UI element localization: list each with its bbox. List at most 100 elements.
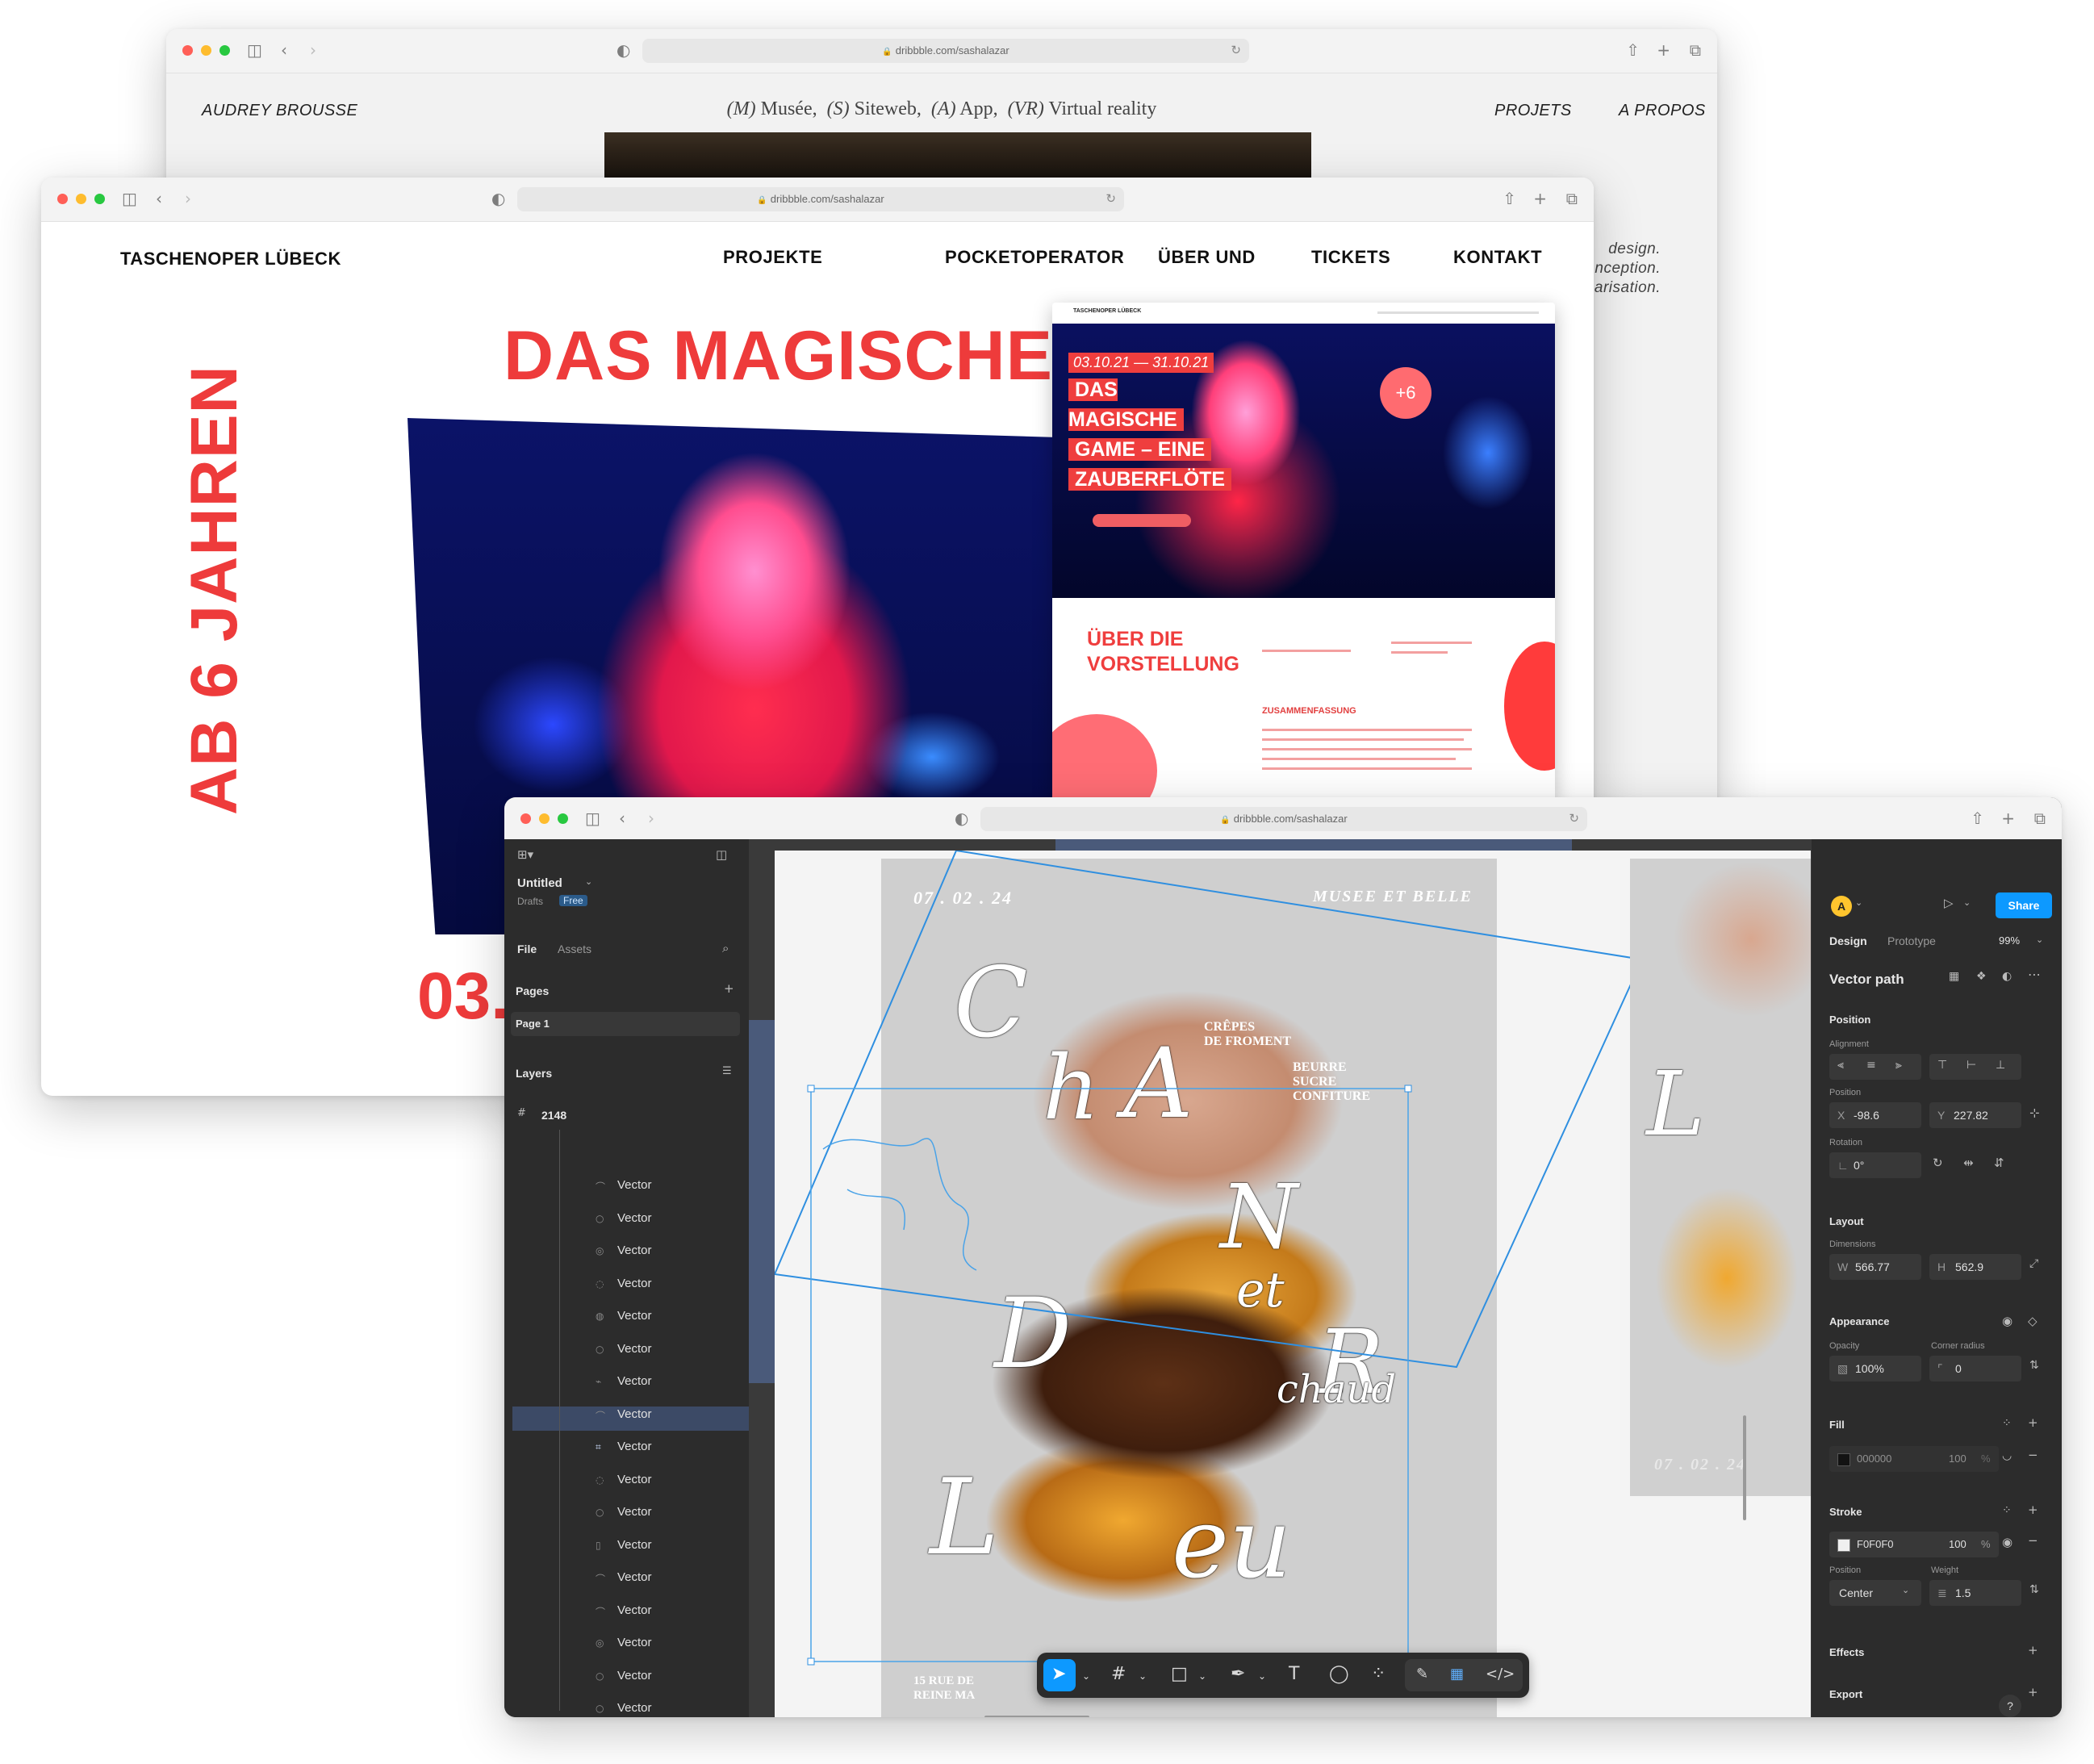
mask-icon[interactable]: ◐ [2002,970,2012,983]
add-stroke-icon[interactable]: + [2028,1503,2038,1517]
chevron-down-icon[interactable]: ⌄ [1198,1670,1206,1682]
tab-file[interactable]: File [517,943,537,955]
layer-item[interactable]: Vector [617,1244,652,1257]
resources-tool-icon[interactable]: ⁘ [1371,1664,1386,1684]
close-window-button[interactable] [182,45,193,56]
tab-assets[interactable]: Assets [558,943,591,955]
resize-handle[interactable] [807,1085,815,1093]
styles-icon[interactable]: ⁘ [2002,1504,2012,1517]
add-page-icon[interactable]: + [724,981,734,996]
figma-menu-icon[interactable]: ⊞▾ [517,847,533,862]
independent-corners-icon[interactable]: ⇅ [2029,1359,2039,1372]
corner-radius-field[interactable]: ⌜ 0 [1929,1356,2021,1382]
nav-kontakt[interactable]: KONTAKT [1453,247,1542,268]
zoom-window-button[interactable] [219,45,230,56]
layer-item[interactable]: Vector [617,1407,652,1421]
align-left-icon[interactable]: ⫷ [1837,1059,1844,1072]
address-bar[interactable]: 🔒 dribbble.com/sashalazar ↻ [517,187,1124,211]
layer-item[interactable]: Vector [617,1277,652,1290]
y-field[interactable]: Y 227.82 [1929,1102,2021,1128]
remove-fill-icon[interactable]: − [2028,1448,2038,1462]
nav-pocketoperator[interactable]: POCKETOPERATOR [945,247,1124,268]
layer-item[interactable]: Vector [617,1374,652,1388]
layer-item[interactable]: Vector [617,1342,652,1356]
text-tool-icon[interactable]: T [1289,1664,1299,1684]
category-label[interactable]: App, [959,98,997,119]
layer-item[interactable]: Vector [617,1211,652,1225]
present-icon[interactable]: ▷ [1944,896,1954,910]
forward-icon[interactable]: › [310,40,316,60]
reload-icon[interactable]: ↻ [1569,811,1579,826]
sidebar-icon[interactable]: ◫ [247,40,262,60]
forward-icon[interactable]: › [185,189,191,208]
rotate-icon[interactable]: ↻ [1933,1156,1943,1170]
chevron-down-icon[interactable]: ⌄ [1139,1670,1147,1682]
stroke-settings-icon[interactable]: ⇅ [2029,1583,2039,1596]
rotation-field[interactable]: ∟ 0° [1829,1152,1921,1178]
category-label[interactable]: Musée, [761,98,817,119]
align-top-icon[interactable]: ⊤ [1937,1059,1947,1072]
reload-icon[interactable]: ↻ [1106,191,1116,206]
tabs-overview-icon[interactable]: ⧉ [1566,189,1578,208]
back-icon[interactable]: ‹ [156,189,162,208]
tab-design[interactable]: Design [1829,934,1867,947]
chevron-down-icon[interactable]: ⌄ [1258,1670,1266,1682]
resize-handle[interactable] [1404,1085,1412,1093]
zoom-window-button[interactable] [94,194,105,204]
sidebar-icon[interactable]: ◫ [585,809,600,828]
stroke-position-select[interactable]: Center ⌄ [1829,1580,1921,1606]
layer-item[interactable]: Vector [617,1603,652,1617]
canvas-scrollbar[interactable] [1743,1415,1746,1520]
fill-field[interactable]: 000000 100 % [1829,1446,1999,1472]
align-bottom-icon[interactable]: ⊥ [1996,1059,2005,1072]
back-icon[interactable]: ‹ [619,809,625,828]
file-title[interactable]: Untitled [517,876,562,890]
comment-tool-icon[interactable]: ◯ [1329,1664,1349,1684]
new-tab-icon[interactable]: + [2001,809,2015,828]
add-effect-icon[interactable]: + [2028,1643,2038,1657]
dev-mode-icon[interactable]: </> [1486,1666,1515,1682]
panel-toggle-icon[interactable]: ◫ [716,847,727,862]
reload-icon[interactable]: ↻ [1231,43,1241,57]
remove-stroke-icon[interactable]: − [2028,1533,2038,1548]
new-tab-icon[interactable]: + [1533,189,1547,208]
share-icon[interactable]: ⇧ [1626,40,1640,60]
close-window-button[interactable] [520,813,531,824]
frame-layer-name[interactable]: 2148 [541,1109,566,1122]
layer-item[interactable]: Vector [617,1505,652,1519]
draw-mode-icon[interactable]: ✎ [1416,1666,1428,1682]
back-icon[interactable]: ‹ [281,40,287,60]
component-icon[interactable]: ❖ [1976,970,1987,983]
nav-a-propos[interactable]: A PROPOS [1619,102,1706,120]
layer-item[interactable]: Vector [617,1473,652,1486]
page-item[interactable]: Page 1 [511,1012,740,1036]
site-brand[interactable]: TASCHENOPER LÜBECK [120,249,341,270]
opacity-field[interactable]: ▧ 100% [1829,1356,1921,1382]
design-mode-icon[interactable]: ▦ [1450,1666,1464,1682]
address-bar[interactable]: 🔒 dribbble.com/sashalazar ↻ [980,807,1587,831]
design-canvas[interactable]: 07 . 02 . 24 MUSEE ET BELLE CRÊPES DE FR… [775,851,1812,1717]
layer-options-icon[interactable]: ☰ [722,1065,732,1077]
search-icon[interactable]: ⌕ [722,941,729,955]
sidebar-icon[interactable]: ◫ [122,189,137,208]
drafts-label[interactable]: Drafts [517,896,543,907]
help-button[interactable]: ? [1999,1695,2021,1717]
visibility-hidden-icon[interactable]: ◡ [2002,1449,2012,1462]
align-middle-icon[interactable]: ⊢ [1967,1059,1976,1072]
shield-icon[interactable]: ◐ [491,189,505,208]
more-icon[interactable]: ⋯ [2028,967,2041,982]
nav-ueber-und[interactable]: ÜBER UND [1158,247,1256,268]
move-tool-icon[interactable]: ➤ [1051,1664,1066,1684]
eye-icon[interactable]: ◉ [2002,1314,2012,1328]
layer-item[interactable]: Vector [617,1538,652,1552]
minimize-window-button[interactable] [201,45,211,56]
zoom-window-button[interactable] [558,813,568,824]
stroke-field[interactable]: F0F0F0 100 % [1829,1532,1999,1557]
share-icon[interactable]: ⇧ [1971,809,1984,828]
category-label[interactable]: Siteweb, [855,98,922,119]
shield-icon[interactable]: ◐ [955,809,968,828]
height-field[interactable]: H 562.9 [1929,1254,2021,1280]
rectangle-tool-icon[interactable]: □ [1171,1664,1188,1684]
canvas-scrollbar-horizontal[interactable] [984,1716,1089,1717]
zoom-level[interactable]: 99% [1999,934,2020,947]
